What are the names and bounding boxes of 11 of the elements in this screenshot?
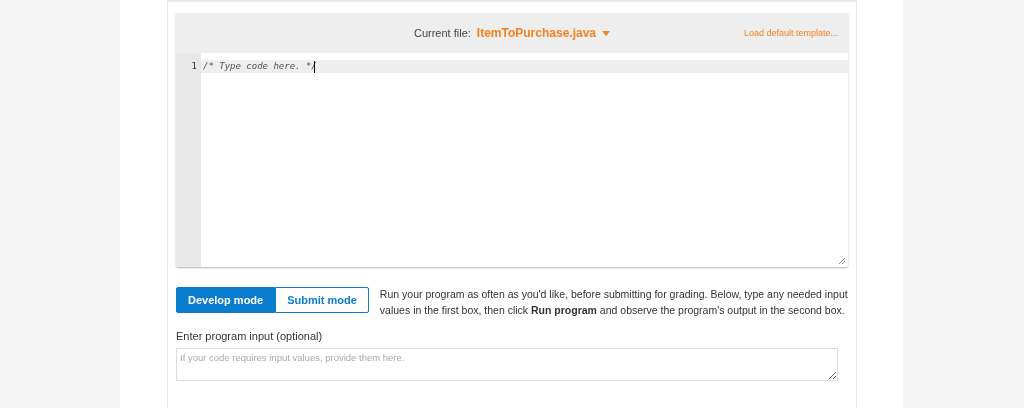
file-dropdown[interactable]: ItemToPurchase.java [476,26,610,40]
mode-toggle[interactable]: Develop mode [176,287,276,313]
resize-grip-icon[interactable] [839,258,845,264]
current-file-label: Current file: [414,27,471,39]
caret-icon [602,30,610,36]
mode-toggle[interactable]: Submit mode [275,287,369,313]
line-number: 1 [190,60,198,73]
instructions-text: Run your program as often as you'd like, before submitting for grading. Below, type any needed input values in the first box, then click Run program and observe the program's output in the second box. [379,287,848,318]
program-input-field[interactable]: If your code requires input values, provide them here. [176,348,838,381]
input-label: Enter program input (optional) [176,330,324,342]
load-template-link[interactable]: Load default template... [743,28,838,38]
